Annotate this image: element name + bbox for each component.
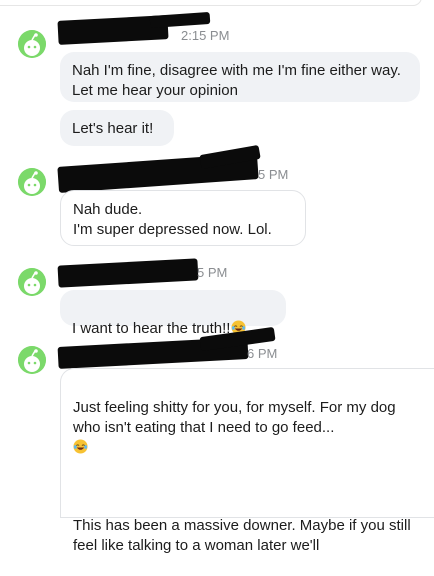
previous-message-bubble-edge	[0, 0, 422, 6]
redacted-name-stroke	[149, 11, 211, 29]
avatar-icon	[18, 30, 46, 58]
timestamp: 2:15 PM	[181, 28, 230, 43]
message-text: Just feeling shitty for you, for myself.…	[73, 398, 422, 458]
avatar[interactable]	[18, 168, 46, 196]
message-text: This has been a massive downer. Maybe if…	[73, 517, 411, 554]
avatar[interactable]	[18, 30, 46, 58]
redacted-name	[57, 258, 199, 288]
message-text: I want to hear the truth!!	[72, 320, 231, 337]
timestamp: 5 PM	[258, 167, 289, 182]
message-bubble[interactable]: Just feeling shitty for you, for myself.…	[60, 368, 434, 554]
avatar[interactable]	[18, 346, 46, 374]
avatar-icon	[18, 268, 46, 296]
avatar[interactable]	[18, 268, 46, 296]
message-bubble[interactable]: Let's hear it!	[60, 110, 174, 146]
message-bubble[interactable]: I want to hear the truth!!	[60, 290, 286, 337]
avatar-icon	[18, 168, 46, 196]
timestamp: 6 PM	[247, 346, 278, 361]
timestamp: 5 PM	[197, 265, 228, 280]
laughing-emoji-icon	[73, 439, 88, 454]
avatar-icon	[18, 346, 46, 374]
message-bubble[interactable]: Nah I'm fine, disagree with me I'm fine …	[60, 52, 420, 102]
message-bubble[interactable]: Nah dude. I'm super depressed now. Lol.	[60, 190, 306, 246]
